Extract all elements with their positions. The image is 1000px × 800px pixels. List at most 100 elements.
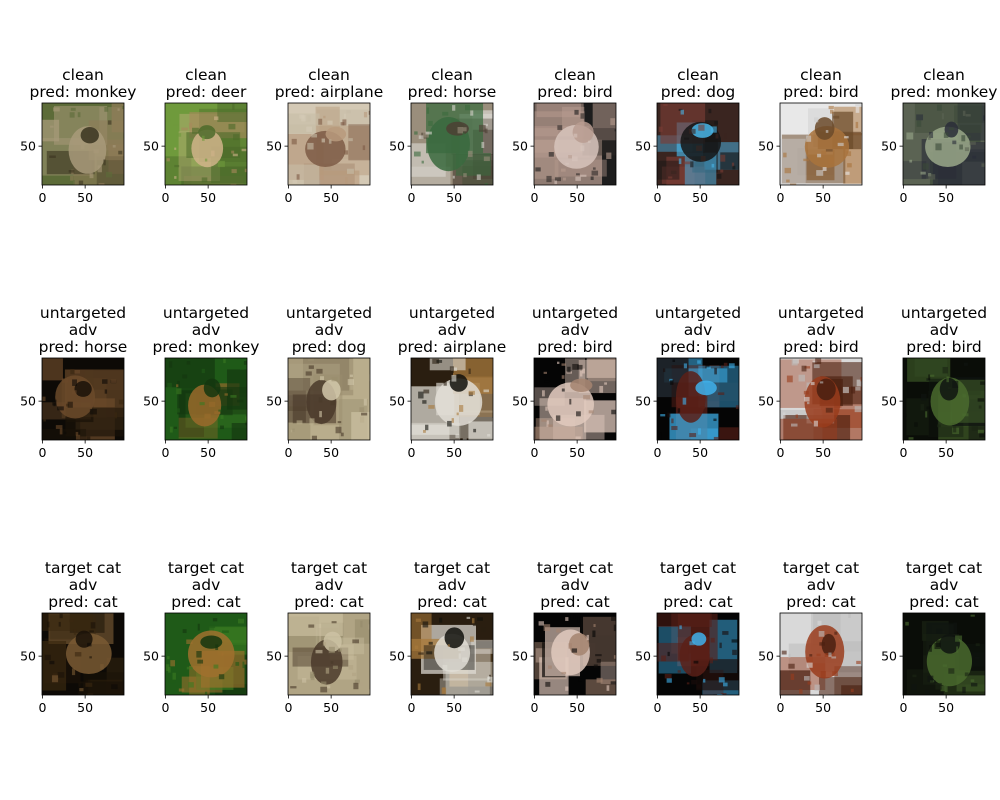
y-tick-label: 50	[758, 139, 774, 154]
y-tick-label: 50	[266, 649, 282, 664]
x-tick-label: 0	[38, 445, 46, 460]
x-tick-label: 0	[530, 445, 538, 460]
subplot-title-line: pred: bird	[537, 338, 612, 356]
y-tick-label: 50	[389, 394, 405, 409]
x-tick-label: 0	[776, 445, 784, 460]
subplot-title-line: untargeted	[532, 304, 618, 322]
subplot-title-line: target cat	[537, 559, 613, 577]
x-tick-label: 0	[653, 190, 661, 205]
subplot-title-line: pred: bird	[783, 338, 858, 356]
subplot-title-line: untargeted	[778, 304, 864, 322]
x-tick-label: 50	[446, 445, 462, 460]
subplot-title-line: clean	[308, 66, 350, 84]
x-tick-label: 0	[899, 700, 907, 715]
y-tick-label: 50	[143, 139, 159, 154]
subplot-title-line: adv	[69, 576, 98, 594]
subplot-title-line: adv	[561, 321, 590, 339]
subplot-title-line: adv	[561, 576, 590, 594]
x-tick-label: 0	[161, 445, 169, 460]
x-tick-label: 0	[284, 445, 292, 460]
subplot-title-line: adv	[192, 321, 221, 339]
subplot-title-line: adv	[684, 321, 713, 339]
subplot-title-line: untargeted	[286, 304, 372, 322]
subplot-title-line: pred: airplane	[398, 338, 507, 356]
x-tick-label: 50	[323, 445, 339, 460]
subplot-title-line: clean	[62, 66, 104, 84]
x-tick-label: 50	[692, 445, 708, 460]
x-tick-label: 0	[284, 700, 292, 715]
subplot-title-line: target cat	[45, 559, 121, 577]
x-tick-label: 50	[323, 700, 339, 715]
x-tick-label: 50	[200, 700, 216, 715]
subplot-title-line: pred: deer	[166, 83, 247, 101]
x-tick-label: 50	[446, 190, 462, 205]
subplot-title-line: pred: cat	[909, 593, 979, 611]
y-tick-label: 50	[512, 394, 528, 409]
x-tick-label: 0	[161, 700, 169, 715]
subplot-title-line: target cat	[168, 559, 244, 577]
subplot-title-line: adv	[315, 576, 344, 594]
x-tick-label: 50	[569, 190, 585, 205]
subplot-title-line: untargeted	[163, 304, 249, 322]
subplot-title-line: adv	[438, 321, 467, 339]
subplot-title-line: pred: dog	[661, 83, 736, 101]
subplot-title-line: pred: dog	[292, 338, 367, 356]
x-tick-label: 0	[38, 190, 46, 205]
subplot-title-line: pred: monkey	[30, 83, 137, 101]
subplot-title-line: adv	[684, 576, 713, 594]
subplot-title-line: pred: horse	[408, 83, 497, 101]
x-tick-label: 0	[530, 190, 538, 205]
subplot-title-line: pred: bird	[660, 338, 735, 356]
x-tick-label: 50	[200, 190, 216, 205]
x-tick-label: 0	[407, 190, 415, 205]
y-tick-label: 50	[758, 394, 774, 409]
subplot-title-line: adv	[807, 321, 836, 339]
y-tick-label: 50	[881, 139, 897, 154]
x-tick-label: 50	[815, 445, 831, 460]
y-tick-label: 50	[512, 649, 528, 664]
subplot-title-line: pred: cat	[417, 593, 487, 611]
subplot-title-line: pred: cat	[786, 593, 856, 611]
subplot-title-line: untargeted	[409, 304, 495, 322]
x-tick-label: 50	[692, 190, 708, 205]
subplot-title-line: pred: bird	[906, 338, 981, 356]
subplot-title-line: pred: cat	[48, 593, 118, 611]
subplot-title-line: clean	[554, 66, 596, 84]
x-tick-label: 50	[77, 700, 93, 715]
subplot-title-line: target cat	[783, 559, 859, 577]
x-tick-label: 50	[692, 700, 708, 715]
y-tick-label: 50	[20, 394, 36, 409]
subplot-title-line: clean	[800, 66, 842, 84]
x-tick-label: 50	[938, 700, 954, 715]
subplot-title-line: adv	[438, 576, 467, 594]
subplot-title-line: pred: cat	[171, 593, 241, 611]
x-tick-label: 0	[776, 190, 784, 205]
y-tick-label: 50	[389, 649, 405, 664]
subplot-title-line: untargeted	[655, 304, 741, 322]
x-tick-label: 50	[446, 700, 462, 715]
x-tick-label: 50	[323, 190, 339, 205]
subplot-title-line: clean	[923, 66, 965, 84]
y-tick-label: 50	[143, 649, 159, 664]
x-tick-label: 0	[284, 190, 292, 205]
x-tick-label: 50	[815, 700, 831, 715]
y-tick-label: 50	[20, 139, 36, 154]
y-tick-label: 50	[389, 139, 405, 154]
subplot-title-line: pred: monkey	[891, 83, 998, 101]
subplot-title-line: adv	[315, 321, 344, 339]
x-tick-label: 0	[407, 700, 415, 715]
x-tick-label: 50	[200, 445, 216, 460]
figure: cleanpred: monkey0 5050cleanpred: deer0 50…	[0, 0, 1000, 800]
subplot-title-line: adv	[930, 321, 959, 339]
subplot-title-line: target cat	[291, 559, 367, 577]
y-tick-label: 50	[635, 139, 651, 154]
subplot-title-line: pred: cat	[540, 593, 610, 611]
subplot-title-line: pred: monkey	[153, 338, 260, 356]
x-tick-label: 0	[899, 190, 907, 205]
y-tick-label: 50	[881, 394, 897, 409]
subplot-title-line: adv	[192, 576, 221, 594]
y-tick-label: 50	[143, 394, 159, 409]
x-tick-label: 0	[776, 700, 784, 715]
subplot-title-line: pred: cat	[663, 593, 733, 611]
x-tick-label: 0	[653, 445, 661, 460]
